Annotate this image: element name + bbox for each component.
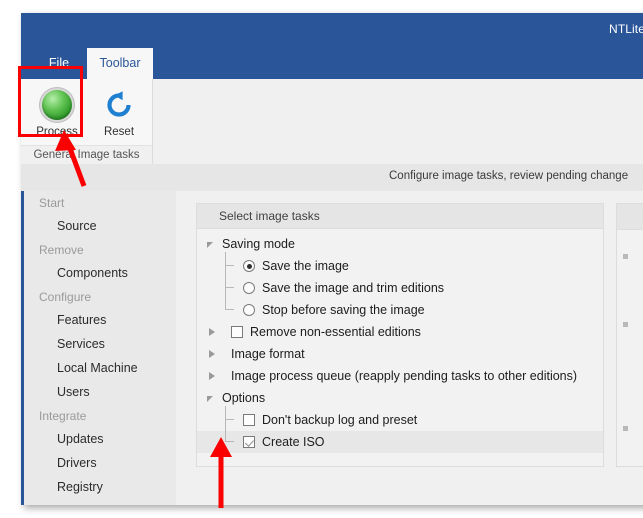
content-area: Select image tasks Saving mode Save the … [176, 191, 643, 505]
chevron-right-icon[interactable] [207, 349, 218, 360]
sidebar-item-drivers[interactable]: Drivers [24, 451, 176, 475]
screenshot-root: NTLite File Toolbar Process Reset Genera… [0, 0, 643, 518]
description-text: Configure image tasks, review pending ch… [389, 170, 629, 182]
sidebar-item-users[interactable]: Users [24, 380, 176, 404]
radio-stop-before-saving[interactable] [243, 304, 255, 316]
tab-file[interactable]: File [31, 48, 87, 79]
sidebar-section-integrate: Integrate [39, 409, 87, 423]
tree-item-stop-before-saving[interactable]: Stop before saving the image [197, 288, 603, 321]
tree-guide [197, 266, 243, 299]
chevron-right-icon[interactable] [207, 327, 218, 338]
ribbon-group-label: General Image tasks [21, 145, 152, 164]
title-bar: NTLite [21, 13, 643, 48]
tree-guide [197, 288, 243, 321]
secondary-panel-marker [623, 254, 628, 259]
chevron-right-icon[interactable] [207, 371, 218, 382]
sidebar-item-source[interactable]: Source [24, 214, 176, 238]
checkbox-create-iso[interactable] [243, 436, 255, 448]
tree-node-remove-non-essential-editions-label: Remove non-essential editions [250, 324, 421, 339]
sidebar-item-registry[interactable]: Registry [24, 475, 176, 499]
green-led-icon [29, 85, 85, 125]
tree-node-image-process-queue[interactable]: Image process queue (reapply pending tas… [197, 365, 603, 387]
tree-node-image-format[interactable]: Image format [197, 343, 603, 365]
ribbon-tabstrip: File Toolbar [21, 48, 643, 79]
sidebar-item-updates[interactable]: Updates [24, 427, 176, 451]
ribbon-group-general-image-tasks: Process Reset General Image tasks [21, 79, 153, 164]
tree-guide [197, 406, 243, 431]
process-button[interactable]: Process [29, 85, 85, 138]
sidebar-section-configure: Configure [39, 290, 92, 304]
radio-save-trim-editions-label: Save the image and trim editions [262, 280, 445, 295]
sidebar-item-features[interactable]: Features [24, 308, 176, 332]
chevron-down-icon[interactable] [207, 239, 218, 250]
tree-node-options-label: Options [222, 390, 266, 405]
tree-node-image-process-queue-label: Image process queue (reapply pending tas… [231, 368, 578, 383]
sidebar-item-components[interactable]: Components [24, 261, 176, 285]
tree-node-remove-non-essential-editions[interactable]: Remove non-essential editions [197, 321, 603, 343]
ntlite-window: NTLite File Toolbar Process Reset Genera… [21, 13, 643, 505]
tree-node-image-format-label: Image format [231, 346, 305, 361]
tree-node-saving-mode-label: Saving mode [222, 236, 295, 251]
radio-save-trim-editions[interactable] [243, 282, 255, 294]
checkbox-dont-backup-log-and-preset-label: Don't backup log and preset [262, 412, 418, 427]
radio-stop-before-saving-label: Stop before saving the image [262, 302, 425, 317]
tree-item-save-trim-editions[interactable]: Save the image and trim editions [197, 266, 603, 299]
chevron-down-icon[interactable] [207, 393, 218, 404]
secondary-panel-marker [623, 426, 628, 431]
tab-toolbar[interactable]: Toolbar [87, 48, 153, 79]
secondary-panel-marker [623, 322, 628, 327]
image-tasks-panel-header: Select image tasks [197, 204, 603, 229]
secondary-panel [616, 203, 643, 467]
tree-item-save-the-image[interactable]: Save the image [197, 252, 603, 277]
reset-button-label: Reset [103, 126, 135, 138]
sidebar-section-start: Start [39, 196, 65, 210]
sidebar-section-remove: Remove [39, 243, 84, 257]
tree-guide [197, 420, 243, 453]
checkbox-remove-non-essential-editions[interactable] [231, 326, 243, 338]
tree-node-saving-mode[interactable]: Saving mode [197, 233, 603, 255]
sidebar-item-local-machine[interactable]: Local Machine [24, 356, 176, 380]
refresh-circular-arrow-icon [91, 85, 147, 125]
process-button-label: Process [36, 126, 78, 138]
sidebar-nav: Start Source Remove Components Configure… [21, 191, 176, 505]
secondary-panel-header [617, 204, 643, 230]
sidebar-item-services[interactable]: Services [24, 332, 176, 356]
radio-save-the-image[interactable] [243, 260, 255, 272]
description-bar: Configure image tasks, review pending ch… [21, 164, 643, 192]
reset-button[interactable]: Reset [91, 85, 147, 138]
tree-item-dont-backup-log-and-preset[interactable]: Don't backup log and preset [197, 406, 603, 431]
tree-guide [197, 252, 243, 277]
ribbon-empty-area [153, 79, 643, 164]
window-body: Start Source Remove Components Configure… [21, 191, 643, 505]
image-tasks-panel: Select image tasks Saving mode Save the … [196, 203, 604, 467]
checkbox-create-iso-label: Create ISO [262, 434, 325, 449]
tree-item-create-iso[interactable]: Create ISO [197, 420, 603, 453]
window-title: NTLite [609, 22, 643, 36]
ribbon-body: Process Reset General Image tasks [21, 79, 643, 165]
tree-node-options[interactable]: Options [197, 387, 603, 409]
radio-save-the-image-label: Save the image [262, 258, 349, 273]
image-tasks-tree: Saving mode Save the image Save the imag… [197, 229, 603, 453]
checkbox-dont-backup-log-and-preset[interactable] [243, 414, 255, 426]
